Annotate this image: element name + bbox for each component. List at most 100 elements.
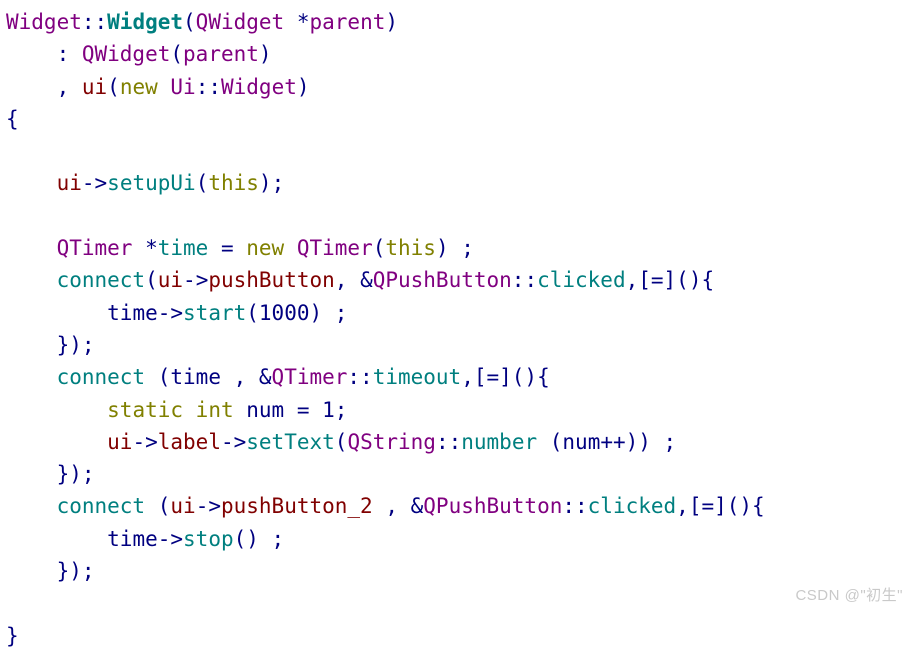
code-token: QPushButton [372, 268, 512, 293]
code-token: ) ; [309, 300, 348, 325]
code-line: { [6, 103, 917, 135]
code-token: 1000 [258, 300, 310, 325]
code-token: time [107, 300, 158, 325]
code-token: QTimer [56, 236, 133, 261]
code-token: = [284, 397, 323, 422]
code-token: ( [537, 429, 563, 454]
code-token: ( [372, 236, 386, 261]
code-token: parent [309, 10, 386, 34]
code-token: pushButton_2 [220, 494, 373, 519]
code-token: stop [183, 526, 234, 551]
code-token: -> [195, 494, 221, 519]
code-line: }); [6, 458, 917, 490]
code-token: this [385, 236, 436, 261]
code-line: ui->label->setText(QString::number (num+… [6, 426, 917, 458]
code-token: ,[=](){ [461, 365, 550, 390]
code-token: -> [220, 429, 247, 454]
code-token: } [6, 623, 19, 648]
code-token: int [195, 397, 234, 422]
code-token: : [6, 42, 82, 67]
csdn-watermark: CSDN @"初生" [795, 587, 903, 604]
code-token: , [6, 74, 82, 99]
code-token: ,[=](){ [625, 268, 715, 293]
code-token: QTimer [271, 365, 348, 390]
code-token: :: [511, 268, 538, 293]
code-token: -> [81, 171, 108, 196]
code-line: connect (time , &QTimer::timeout,[=](){ [6, 361, 917, 393]
code-line: Widget::Widget(QWidget *parent) [6, 6, 917, 38]
code-token: ( [246, 300, 259, 325]
code-token: ( [107, 74, 120, 99]
code-line: time->stop() ; [6, 523, 917, 555]
code-token: { [6, 106, 19, 131]
code-token: , & [334, 268, 373, 293]
code-line: ui->setupUi(this); [6, 167, 917, 199]
code-token: ( [334, 429, 348, 454]
code-token: num [246, 397, 285, 422]
code-token: * [296, 10, 310, 34]
code-line: QTimer *time = new QTimer(this) ; [6, 232, 917, 264]
code-token: connect [56, 365, 146, 390]
code-token: parent [183, 42, 259, 67]
code-token: time [170, 365, 221, 390]
code-token: ) [296, 74, 310, 99]
code-editor-view: Widget::Widget(QWidget *parent) : QWidge… [0, 0, 917, 648]
code-token: ui [170, 494, 196, 519]
code-token: Widget [107, 10, 184, 34]
code-token: Widget [6, 10, 82, 34]
code-token: ( [145, 268, 158, 293]
code-token: ,[=](){ [676, 494, 765, 519]
code-token: start [183, 300, 247, 325]
code-token: }); [6, 559, 95, 584]
code-token: :: [562, 494, 588, 519]
code-token: ( [145, 365, 171, 390]
code-token: this [208, 171, 259, 196]
code-line: time->start(1000) ; [6, 297, 917, 329]
code-token: ( [145, 494, 171, 519]
code-token: ) [385, 10, 399, 34]
code-token: ui [81, 74, 108, 99]
code-token: number [461, 429, 538, 454]
code-token: pushButton [208, 268, 335, 293]
code-token: :: [347, 365, 373, 390]
code-token: clicked [537, 268, 626, 293]
code-lines-container: Widget::Widget(QWidget *parent) : QWidge… [6, 6, 917, 652]
code-token: -> [132, 429, 158, 454]
code-line: : QWidget(parent) [6, 38, 917, 70]
code-token: ) [258, 42, 272, 67]
code-token: timeout [372, 365, 462, 390]
code-line: , ui(new Ui::Widget) [6, 71, 917, 103]
code-token: () ; [233, 526, 285, 551]
code-token: time [107, 526, 158, 551]
code-token: -> [183, 268, 209, 293]
code-line: static int num = 1; [6, 394, 917, 426]
code-token: ++)) ; [600, 429, 677, 454]
code-token: ) ; [435, 236, 474, 261]
code-token: }); [6, 462, 95, 487]
code-token: connect [56, 494, 146, 519]
code-token: -> [157, 526, 184, 551]
code-token: ( [170, 42, 184, 67]
code-token: label [157, 429, 221, 454]
code-token: :: [435, 429, 462, 454]
code-token: :: [195, 74, 221, 99]
code-token: setText [246, 429, 335, 454]
code-token: new [119, 74, 158, 99]
code-token: Ui [170, 74, 196, 99]
code-token: new [246, 236, 285, 261]
code-token: QString [347, 429, 436, 454]
code-token: , & [372, 494, 424, 519]
